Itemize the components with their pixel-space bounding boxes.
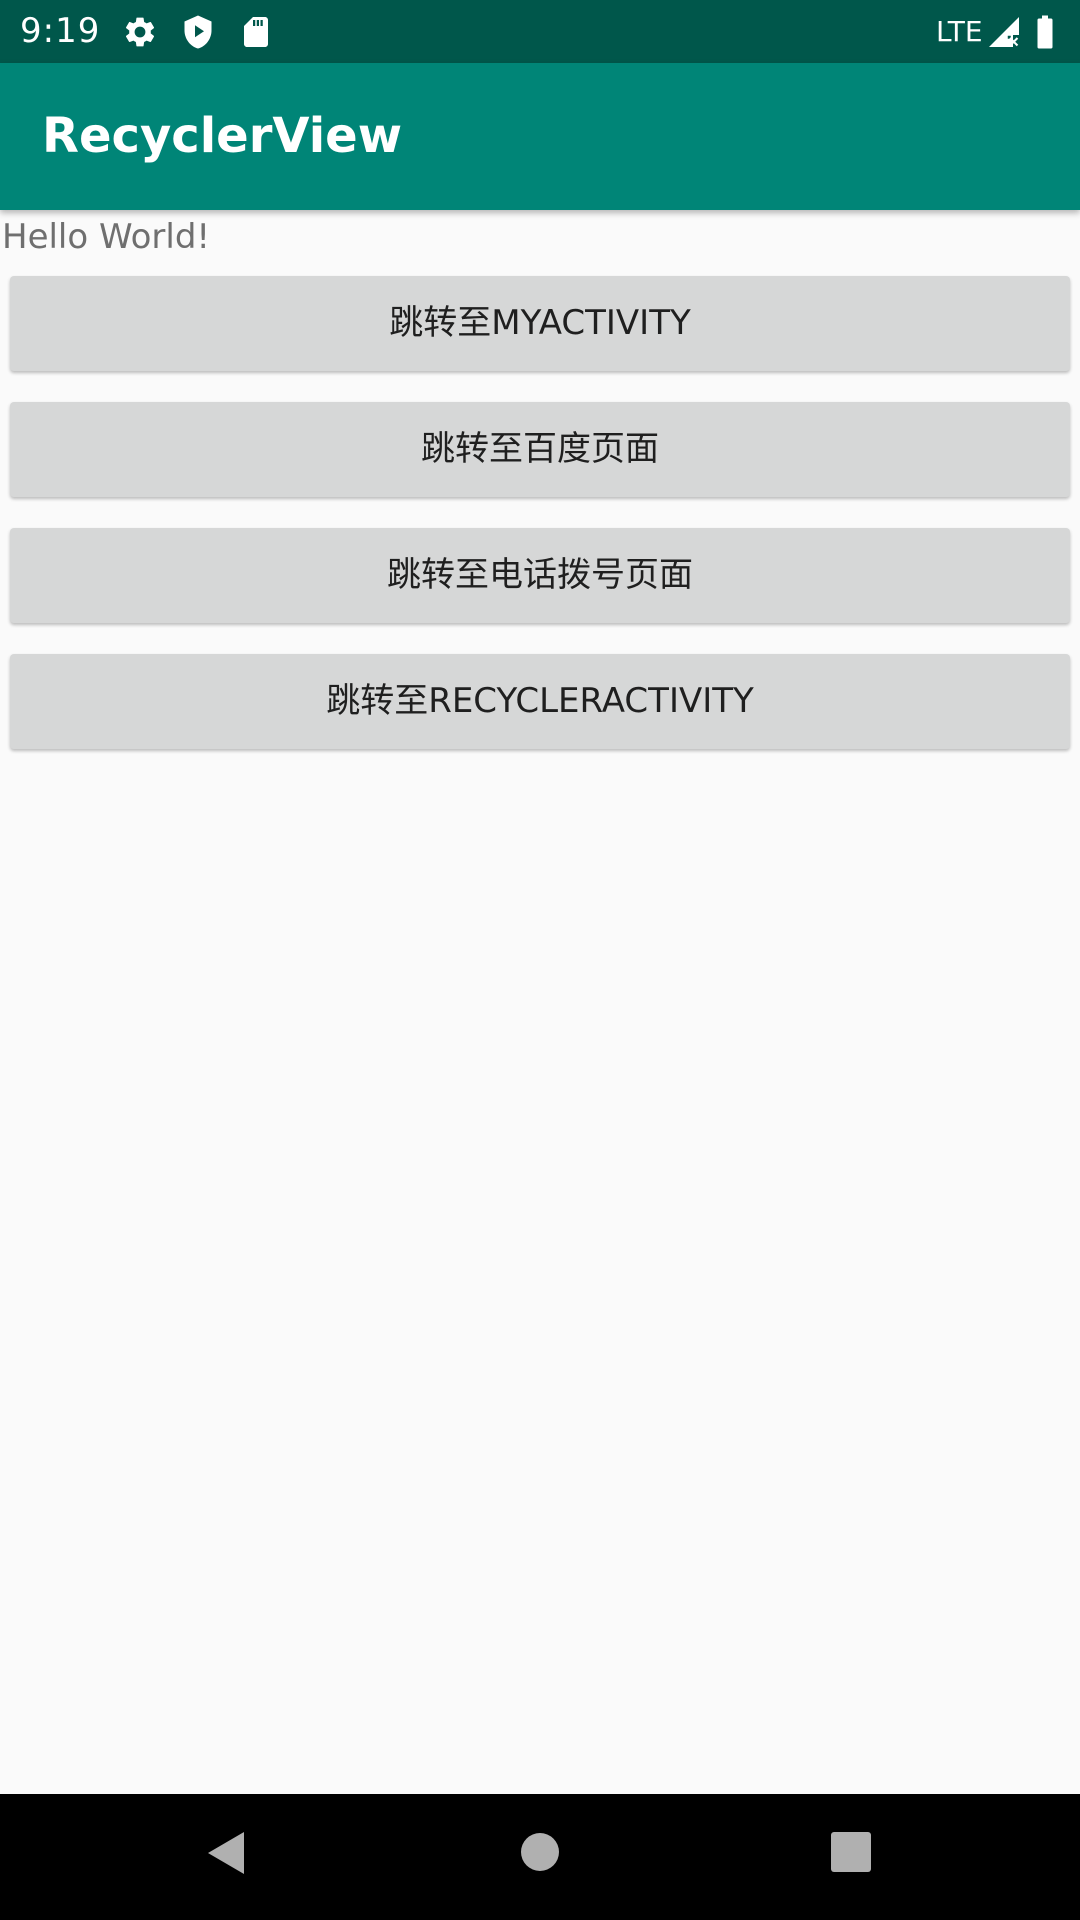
goto-myactivity-button[interactable]: 跳转至MYACTIVITY bbox=[10, 276, 1070, 371]
goto-baidu-button[interactable]: 跳转至百度页面 bbox=[10, 402, 1070, 497]
battery-icon bbox=[1037, 15, 1053, 49]
recents-icon[interactable] bbox=[830, 1828, 872, 1878]
status-bar: 9:19 LTE bbox=[0, 0, 1080, 63]
goto-recycleractivity-button[interactable]: 跳转至RECYCLERACTIVITY bbox=[10, 654, 1070, 749]
app-title: RecyclerView bbox=[42, 108, 403, 164]
settings-icon bbox=[125, 17, 155, 47]
network-type: LTE bbox=[936, 15, 983, 48]
hello-text: Hello World! bbox=[2, 217, 211, 257]
home-icon[interactable] bbox=[520, 1828, 560, 1878]
signal-icon bbox=[989, 17, 1019, 47]
navigation-bar bbox=[0, 1794, 1080, 1920]
goto-dialer-button[interactable]: 跳转至电话拨号页面 bbox=[10, 528, 1070, 623]
shield-play-icon bbox=[184, 15, 212, 49]
status-time: 9:19 bbox=[20, 11, 101, 51]
back-icon[interactable] bbox=[204, 1828, 248, 1878]
sd-card-icon bbox=[244, 17, 268, 47]
app-bar: RecyclerView bbox=[0, 63, 1080, 210]
